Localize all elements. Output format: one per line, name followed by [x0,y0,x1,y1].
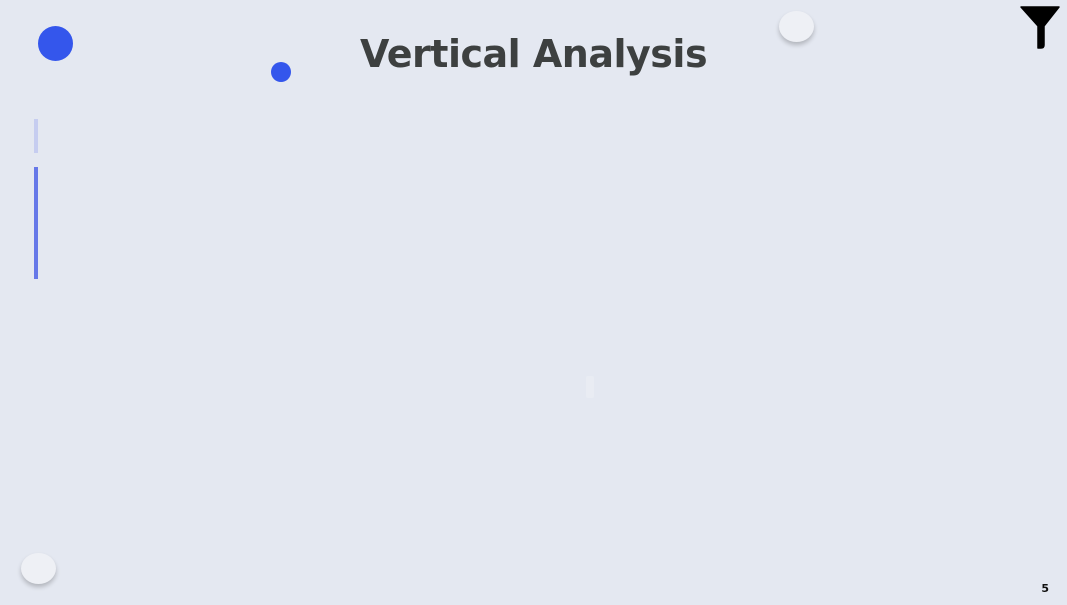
filter-icon [1020,6,1060,49]
slide-title: Vertical Analysis [359,32,708,76]
accent-bar-dark [34,167,38,279]
decorative-white-circle-bottom [21,553,56,584]
accent-bar-light [34,119,38,153]
slide-canvas: Vertical Analysis 5 [0,0,1067,605]
visual-placeholder [586,376,594,398]
filter-button[interactable] [1019,4,1061,50]
page-number: 5 [1041,582,1049,595]
